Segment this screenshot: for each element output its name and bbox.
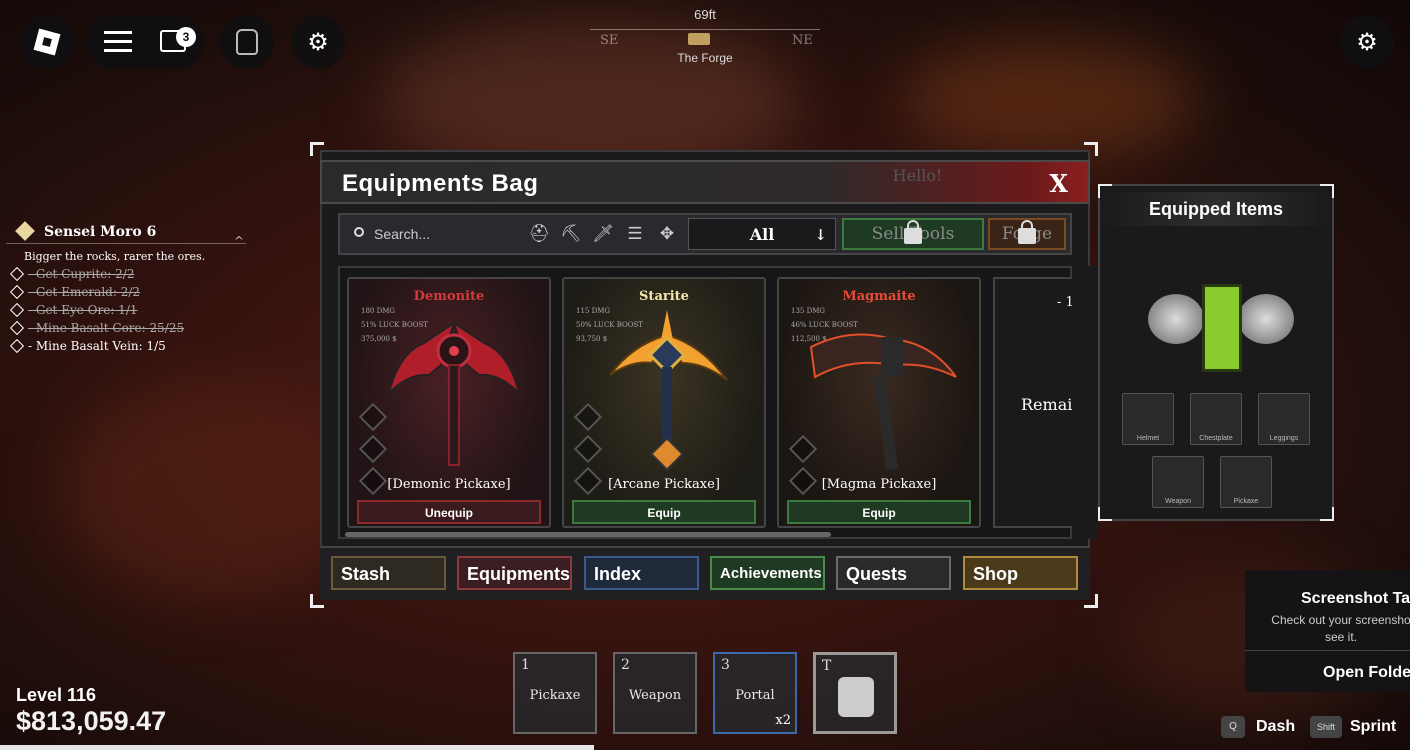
tab-equipments[interactable]: Equipments xyxy=(457,556,572,590)
compass-dir-se: SE xyxy=(600,33,619,48)
ore-name: Demonite xyxy=(413,289,485,304)
lock-icon xyxy=(1018,220,1036,244)
helmet-filter-icon[interactable]: ⛑ xyxy=(527,222,551,246)
item-card-partial[interactable]: - 1 Remai xyxy=(993,277,1083,528)
equip-slot-chestplate[interactable]: Chestplate xyxy=(1190,393,1242,445)
screenshot-toast: Screenshot Ta Check out your screensho s… xyxy=(1245,570,1410,692)
key-q: Q xyxy=(1221,716,1245,738)
category-dropdown[interactable]: All ↓ xyxy=(688,218,836,250)
diamond-icon xyxy=(9,302,25,318)
toast-body: Check out your screensho see it. xyxy=(1271,613,1410,644)
frame-corner xyxy=(1098,507,1112,521)
backpack-icon xyxy=(838,677,874,717)
hotbar-slot-2[interactable]: 2 Weapon xyxy=(613,652,697,734)
key-shift: Shift xyxy=(1310,716,1342,738)
compass-distance: 69ft xyxy=(694,7,716,22)
item-card[interactable]: Starite 115 DMG 50% LUCK BOOST 93,750 $ … xyxy=(562,277,766,528)
character-preview xyxy=(1148,284,1294,374)
compass-line xyxy=(590,29,820,30)
settings-button[interactable]: ⚙ xyxy=(291,15,345,69)
hamburger-menu-icon[interactable] xyxy=(104,31,132,53)
demonic-pickaxe-icon xyxy=(387,320,521,466)
diamond-icon xyxy=(9,284,25,300)
compass: 69ft SE NE The Forge xyxy=(580,5,830,65)
hello-text: Hello! xyxy=(892,166,943,185)
unequip-button[interactable]: Unequip xyxy=(357,500,541,524)
tab-index[interactable]: Index xyxy=(584,556,699,590)
window-header: Equipments Bag X xyxy=(320,160,1090,204)
anvil-icon xyxy=(688,33,710,45)
equip-button[interactable]: Equip xyxy=(572,500,756,524)
dash-label: Dash xyxy=(1256,718,1296,735)
sort-icon[interactable]: ☰ xyxy=(623,222,647,246)
gear-icon: ⚙ xyxy=(1356,28,1378,56)
tab-achievements[interactable]: Achievements xyxy=(710,556,825,590)
quest-tracker: Sensei Moro 6 ^ Bigger the rocks, rarer … xyxy=(6,220,246,355)
item-name: [Arcane Pickaxe] xyxy=(608,477,720,492)
hotbar-slot-backpack[interactable]: T xyxy=(813,652,897,734)
equip-slot-weapon[interactable]: Weapon xyxy=(1152,456,1204,508)
roblox-menu-button[interactable] xyxy=(20,15,74,69)
hotbar-slot-3[interactable]: 3 Portal x2 xyxy=(713,652,797,734)
roblox-logo-icon xyxy=(33,28,61,56)
item-dmg: 135 DMG xyxy=(791,307,825,315)
quest-objective: - Get Cuprite: 2/2 xyxy=(6,265,246,283)
horizontal-scrollbar[interactable] xyxy=(345,532,831,537)
equipped-items-title: Equipped Items xyxy=(1098,192,1334,226)
hotbar-slot-1[interactable]: 1 Pickaxe xyxy=(513,652,597,734)
arrow-down-icon: ↓ xyxy=(814,226,827,244)
diamond-icon xyxy=(9,266,25,282)
window-title: Equipments Bag xyxy=(342,170,539,197)
collapse-icon[interactable]: ✥ xyxy=(655,222,679,246)
sword-filter-icon[interactable]: 🗡 xyxy=(591,222,615,246)
ore-name: Starite xyxy=(639,289,689,304)
location-name: The Forge xyxy=(677,51,733,65)
sprint-label: Sprint xyxy=(1350,718,1397,735)
xp-bar xyxy=(0,745,594,750)
backpack-icon xyxy=(236,29,258,55)
gear-icon: ⚙ xyxy=(307,28,329,56)
equip-slot-leggings[interactable]: Leggings xyxy=(1258,393,1310,445)
ore-name: Magmaite xyxy=(842,289,916,304)
item-card[interactable]: Demonite 180 DMG 51% LUCK BOOST 375,000 … xyxy=(347,277,551,528)
frame-corner xyxy=(1320,507,1334,521)
quest-description: Bigger the rocks, rarer the ores. xyxy=(24,250,206,263)
open-folder-button[interactable]: Open Folde xyxy=(1323,664,1410,682)
equip-button[interactable]: Equip xyxy=(787,500,971,524)
tab-shop[interactable]: Shop xyxy=(963,556,1078,590)
item-name: [Magma Pickaxe] xyxy=(821,477,937,492)
quest-objective: - Get Emerald: 2/2 xyxy=(6,283,246,301)
item-name: [Demonic Pickaxe] xyxy=(387,477,511,492)
settings-button-right[interactable]: ⚙ xyxy=(1340,15,1394,69)
chat-badge: 3 xyxy=(176,27,196,47)
collapse-caret-icon[interactable]: ^ xyxy=(234,234,244,248)
quest-objective: - Get Eye Ore: 1/1 xyxy=(6,301,246,319)
equip-slot-pickaxe[interactable]: Pickaxe xyxy=(1220,456,1272,508)
category-dropdown-value: All xyxy=(749,225,775,244)
backpack-button[interactable] xyxy=(220,15,274,69)
compass-dir-ne: NE xyxy=(792,33,813,48)
grid-mask xyxy=(1072,266,1098,539)
diamond-icon xyxy=(9,320,25,336)
lock-icon xyxy=(904,220,922,244)
quest-title: Sensei Moro 6 xyxy=(6,220,246,244)
equip-slot-helmet[interactable]: Helmet xyxy=(1122,393,1174,445)
quest-objective: - Mine Basalt Core: 25/25 xyxy=(6,319,246,337)
partial-card-text: Remai xyxy=(1021,395,1073,414)
item-card[interactable]: Magmaite 135 DMG 46% LUCK BOOST 112,500 … xyxy=(777,277,981,528)
player-money: $813,059.47 xyxy=(16,706,167,736)
search-input[interactable]: Search... xyxy=(346,220,516,248)
arcane-pickaxe-icon xyxy=(609,310,728,471)
tab-stash[interactable]: Stash xyxy=(331,556,446,590)
player-level: Level 116 xyxy=(16,685,97,705)
close-button[interactable]: X xyxy=(1049,169,1068,198)
diamond-icon xyxy=(9,338,25,354)
tab-quests[interactable]: Quests xyxy=(836,556,951,590)
toast-title: Screenshot Ta xyxy=(1301,590,1410,607)
magma-pickaxe-icon xyxy=(809,333,957,471)
pickaxe-filter-icon[interactable]: ⛏ xyxy=(559,222,583,246)
quest-objective: - Mine Basalt Vein: 1/5 xyxy=(6,337,246,355)
